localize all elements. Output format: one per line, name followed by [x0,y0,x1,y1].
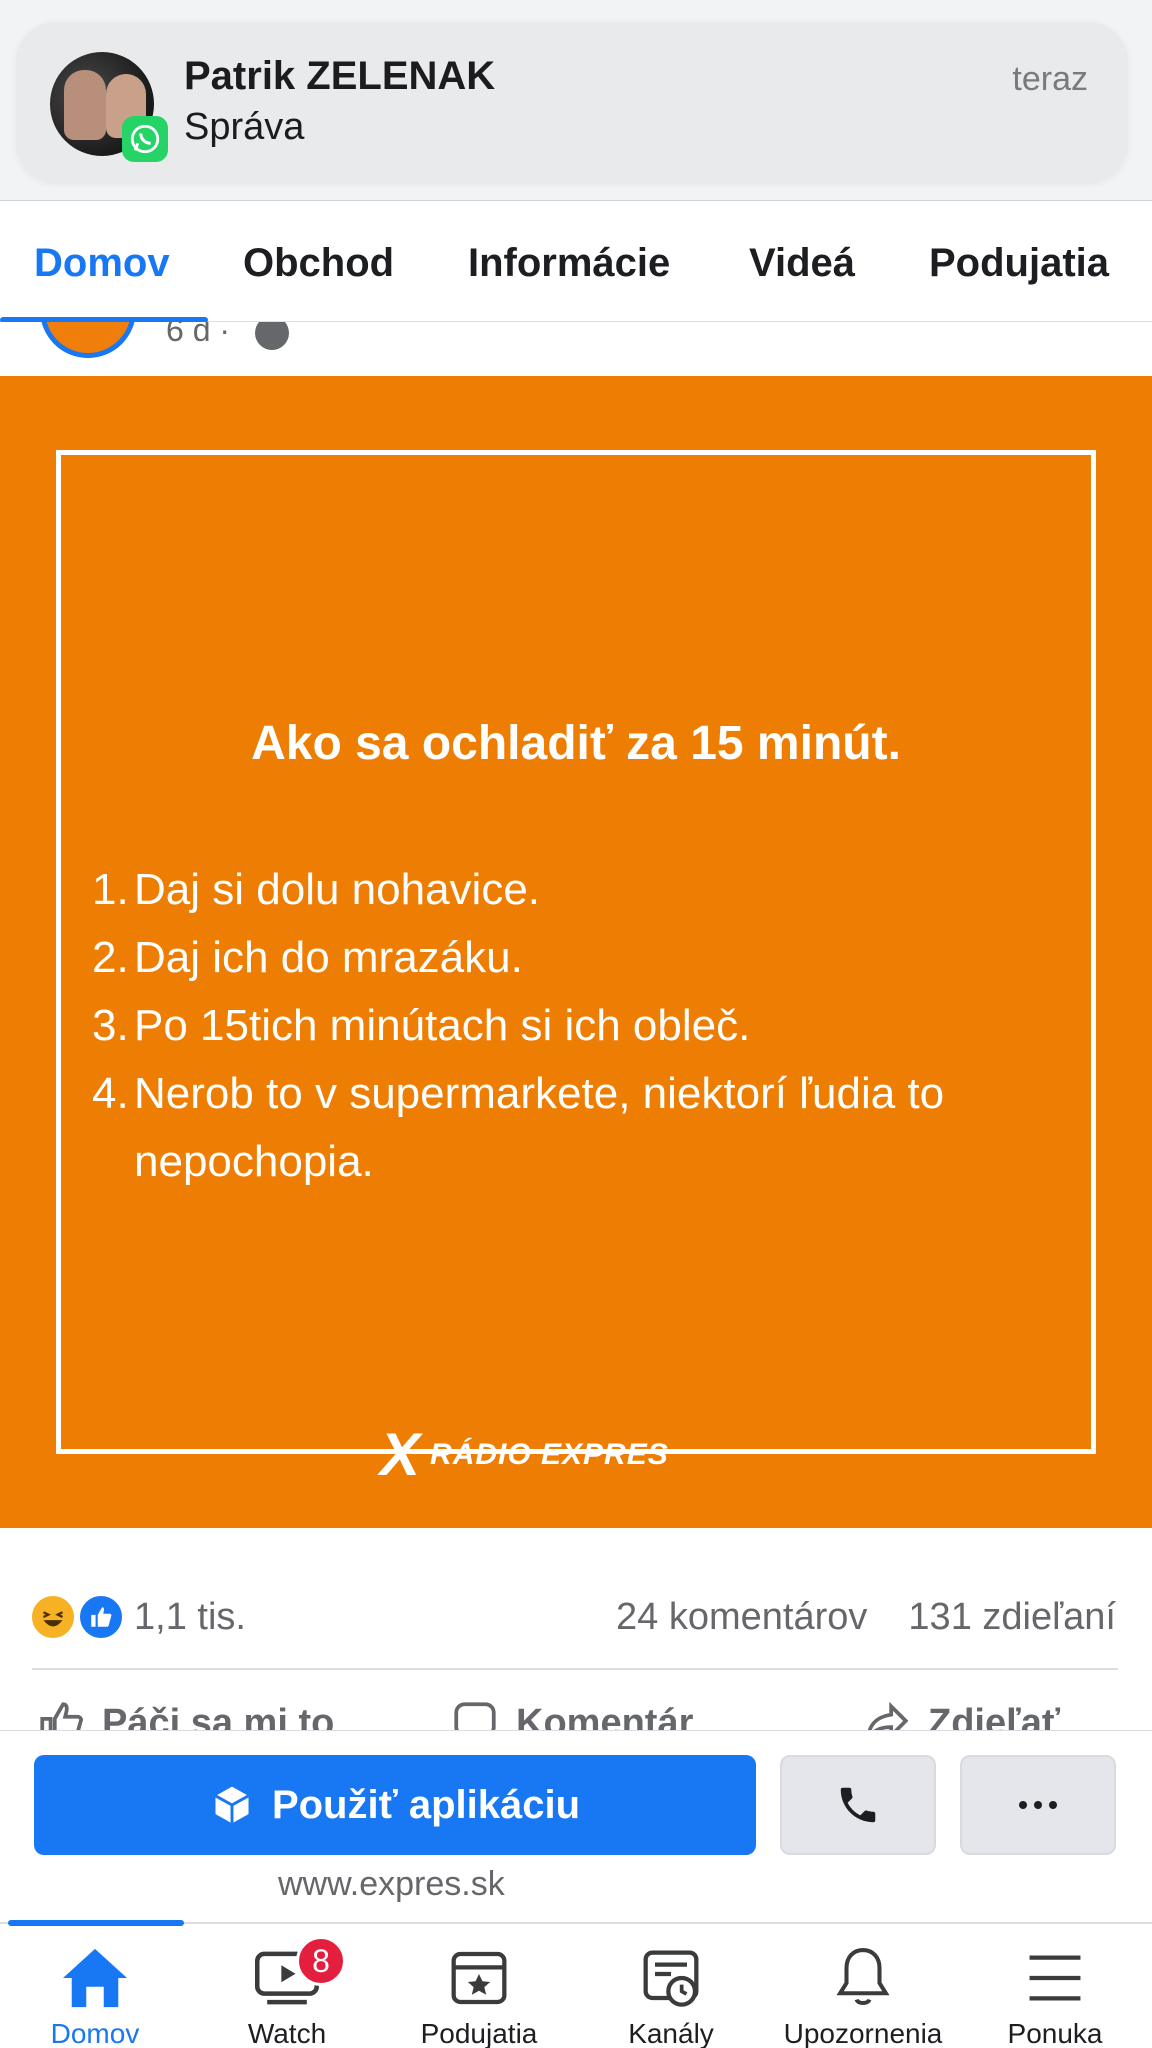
comment-icon [454,1702,496,1730]
watch-icon: 8 [192,1936,382,2014]
post-actions: Páči sa mi to Komentár Zdieľať [0,1670,1152,1730]
call-button[interactable] [780,1755,936,1855]
reactions-summary: 1,1 tis. 24 komentárov 131 zdieľaní [0,1528,1152,1668]
tab-domov[interactable]: Domov [34,241,170,286]
reactions-count[interactable]: 1,1 tis. [134,1596,246,1639]
more-button[interactable] [960,1755,1116,1855]
use-app-button[interactable]: Použiť aplikáciu [34,1755,756,1855]
notification-time: teraz [1012,60,1088,98]
thumbs-up-icon [40,1702,83,1730]
list-item: 4. Nerob to v supermarkete, niektorí ľud… [92,1069,945,1186]
nav-menu[interactable]: Ponuka [960,1942,1150,2048]
notification-banner[interactable]: Patrik ZELENAK Správa teraz [16,22,1128,182]
like-reaction-icon [78,1594,124,1640]
like-button[interactable]: Páči sa mi to [36,1698,334,1730]
home-icon [0,1942,190,2014]
phone-icon [840,1787,876,1823]
cube-icon [214,1786,250,1824]
list-item: 1. Daj si dolu nohavice. [92,865,541,914]
post-image[interactable]: Ako sa ochladiť za 15 minút. 1. Daj si d… [0,376,1152,1528]
tab-obchod[interactable]: Obchod [243,241,394,286]
whatsapp-icon [122,116,168,162]
comments-count[interactable]: 24 komentárov [616,1596,867,1639]
more-icon [1019,1801,1057,1809]
app-banner: Použiť aplikáciu www.expres.sk [0,1730,1152,1922]
page-avatar[interactable] [40,322,136,358]
nav-watch[interactable]: 8 Watch [192,1936,382,2048]
notification-subtitle: Správa [184,106,305,148]
page-tabs: Domov Obchod Informácie Videá Podujatia [0,200,1152,323]
list-item: 2. Daj ich do mrazáku. [92,933,523,982]
shares-count[interactable]: 131 zdieľaní [908,1596,1116,1639]
radio-expres-logo: X RÁDIO EXPRES [380,1421,669,1488]
tab-informacie[interactable]: Informácie [468,241,670,286]
bottom-nav: Domov 8 Watch Podujatia Kanály Upozornen… [0,1920,1152,2048]
image-heading: Ako sa ochladiť za 15 minút. [251,717,901,770]
nav-feeds[interactable]: Kanály [576,1942,766,2048]
nav-home[interactable]: Domov [0,1942,190,2048]
nav-notifications[interactable]: Upozornenia [768,1942,958,2048]
haha-reaction-icon [30,1594,76,1640]
post-time: 6 d · [166,322,231,348]
website-url[interactable]: www.expres.sk [278,1865,505,1904]
comment-button[interactable]: Komentár [450,1698,693,1730]
globe-icon [255,322,289,350]
list-item: 3. Po 15tich minútach si ich obleč. [92,1001,751,1050]
nav-events[interactable]: Podujatia [384,1942,574,2048]
tab-podujatia[interactable]: Podujatia [929,241,1109,286]
image-list: 1. Daj si dolu nohavice. 2. Daj ich do m… [92,856,1092,1196]
notification-sender: Patrik ZELENAK [184,54,496,98]
share-icon [867,1701,909,1730]
menu-icon [960,1942,1150,2014]
tab-videa[interactable]: Videá [749,241,855,286]
active-nav-indicator [8,1920,184,1926]
bell-icon [768,1942,958,2014]
feeds-icon [576,1942,766,2014]
share-button[interactable]: Zdieľať [862,1698,1060,1730]
post-header: 6 d · [0,322,1152,376]
events-icon [384,1942,574,2014]
notification-area: Patrik ZELENAK Správa teraz [0,0,1152,200]
reaction-icons[interactable] [30,1594,124,1644]
watch-badge: 8 [296,1936,346,1986]
